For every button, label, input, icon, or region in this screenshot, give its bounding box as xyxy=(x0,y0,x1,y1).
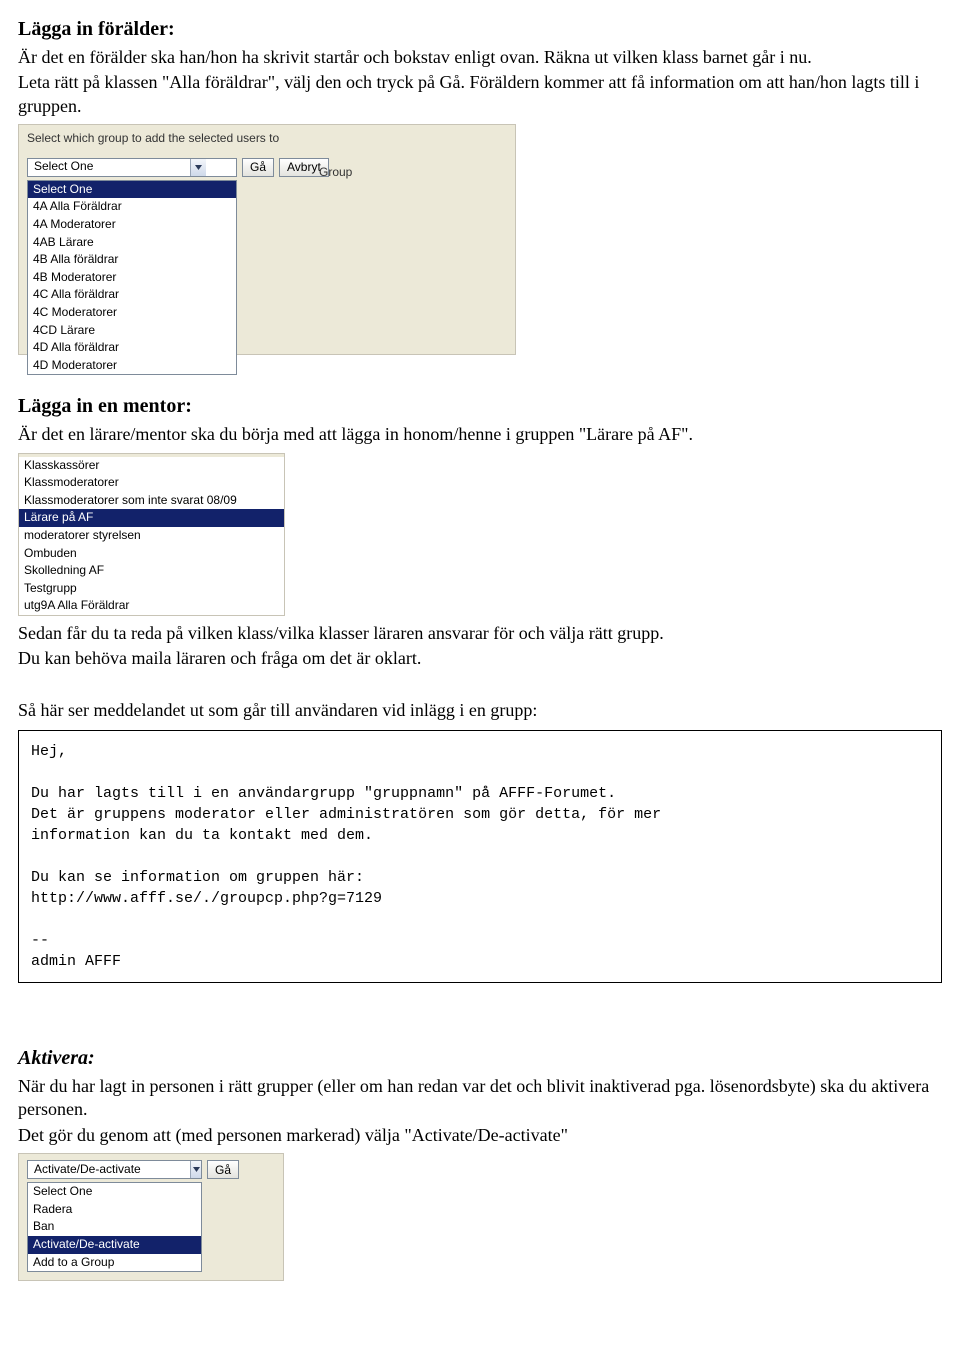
list-item[interactable]: 4C Alla föräldrar xyxy=(28,286,236,304)
mentor-p2: Sedan får du ta reda på vilken klass/vil… xyxy=(18,622,942,645)
go-button[interactable]: Gå xyxy=(207,1160,239,1179)
list-item[interactable]: 4AB Lärare xyxy=(28,234,236,252)
mentor-p1: Är det en lärare/mentor ska du börja med… xyxy=(18,423,942,446)
list-item[interactable]: 4C Moderatorer xyxy=(28,304,236,322)
heading-parent: Lägga in förälder: xyxy=(18,16,942,42)
message-intro: Så här ser meddelandet ut som går till a… xyxy=(18,699,942,722)
list-item[interactable]: Ombuden xyxy=(19,545,284,563)
chevron-down-icon xyxy=(190,1161,201,1178)
list-item[interactable]: Lärare på AF xyxy=(19,509,284,527)
activate-dropdown[interactable]: Activate/De-activate xyxy=(27,1160,202,1179)
activate-p1: När du har lagt in personen i rätt grupp… xyxy=(18,1075,942,1122)
list-item[interactable]: Testgrupp xyxy=(19,580,284,598)
group-dropdown[interactable]: Select One xyxy=(27,158,237,177)
group-options-list[interactable]: Select One4A Alla Föräldrar4A Moderatore… xyxy=(27,180,237,376)
activate-widget: Activate/De-activate Gå Select OneRadera… xyxy=(18,1153,284,1281)
list-item[interactable]: 4A Alla Föräldrar xyxy=(28,198,236,216)
group-background-text: Group xyxy=(319,165,352,181)
list-item[interactable]: Klassmoderatorer xyxy=(19,474,284,492)
activate-options-list[interactable]: Select OneRaderaBanActivate/De-activateA… xyxy=(27,1182,202,1272)
parent-p2: Leta rätt på klassen "Alla föräldrar", v… xyxy=(18,71,942,118)
group-select-widget: Select which group to add the selected u… xyxy=(18,124,516,355)
list-item[interactable]: 4A Moderatorer xyxy=(28,216,236,234)
list-item[interactable]: Klassmoderatorer som inte svarat 08/09 xyxy=(19,492,284,510)
list-item[interactable]: Select One xyxy=(28,1183,201,1201)
list-item[interactable]: Skolledning AF xyxy=(19,562,284,580)
activate-p2: Det gör du genom att (med personen marke… xyxy=(18,1124,942,1147)
heading-activate: Aktivera: xyxy=(18,1045,942,1071)
list-item[interactable]: Select One xyxy=(28,181,236,199)
go-button[interactable]: Gå xyxy=(242,158,274,177)
list-item[interactable]: Klasskassörer xyxy=(19,457,284,475)
list-item[interactable]: utg9A Alla Föräldrar xyxy=(19,597,284,615)
activate-dropdown-value: Activate/De-activate xyxy=(28,1161,190,1178)
list-item[interactable]: Radera xyxy=(28,1201,201,1219)
group-dropdown-value: Select One xyxy=(28,159,190,176)
parent-p1: Är det en förälder ska han/hon ha skrivi… xyxy=(18,46,942,69)
list-item[interactable]: moderatorer styrelsen xyxy=(19,527,284,545)
list-item[interactable]: 4B Moderatorer xyxy=(28,269,236,287)
heading-mentor: Lägga in en mentor: xyxy=(18,393,942,419)
list-item[interactable]: 4B Alla föräldrar xyxy=(28,251,236,269)
list-item[interactable]: 4D Moderatorer xyxy=(28,357,236,375)
chevron-down-icon xyxy=(190,159,206,176)
list-item[interactable]: Activate/De-activate xyxy=(28,1236,201,1254)
list-item[interactable]: 4CD Lärare xyxy=(28,322,236,340)
list-item[interactable]: Add to a Group xyxy=(28,1254,201,1272)
mentor-options-list[interactable]: KlasskassörerKlassmoderatorerKlassmodera… xyxy=(19,457,284,615)
list-item[interactable]: 4D Alla föräldrar xyxy=(28,339,236,357)
list-item[interactable]: Ban xyxy=(28,1218,201,1236)
message-body: Hej, Du har lagts till i en användargrup… xyxy=(18,730,942,983)
group-select-label: Select which group to add the selected u… xyxy=(27,131,507,147)
mentor-list-widget: KlasskassörerKlassmoderatorerKlassmodera… xyxy=(18,453,285,616)
mentor-p3: Du kan behöva maila läraren och fråga om… xyxy=(18,647,942,670)
